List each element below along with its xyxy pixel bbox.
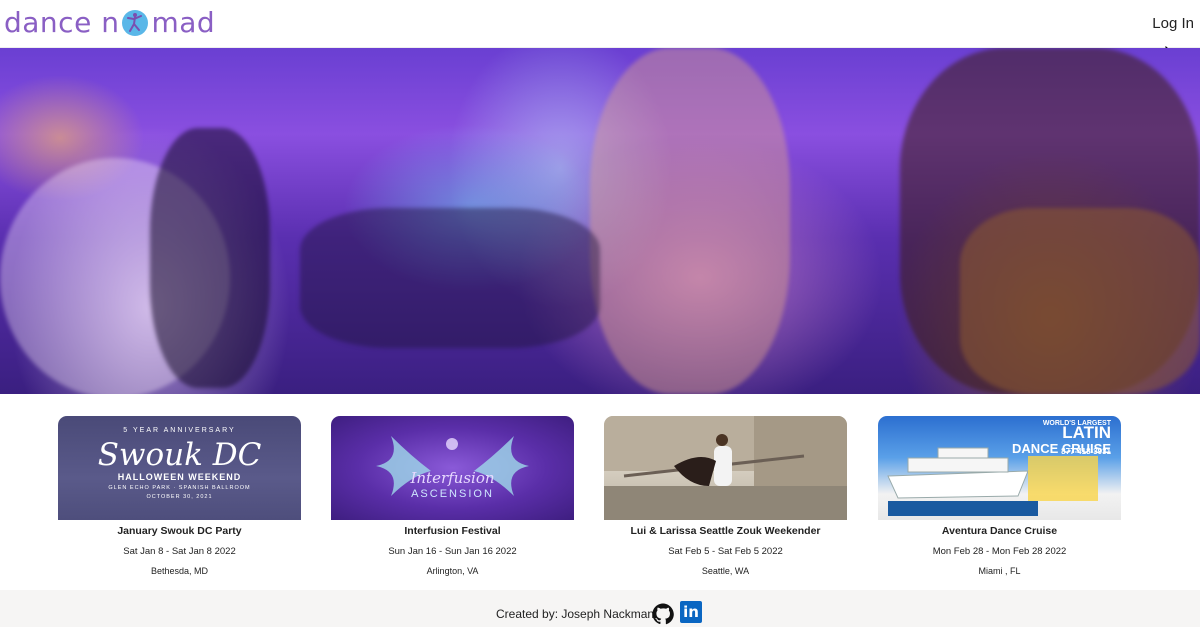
navbar: dance n mad Log In bbox=[0, 0, 1200, 48]
event-date: Mon Feb 28 - Mon Feb 28 2022 bbox=[932, 546, 1067, 557]
event-date: Sat Jan 8 - Sat Jan 8 2022 bbox=[123, 546, 236, 557]
event-card[interactable]: 5 YEAR ANNIVERSARY Swouk DC HALLOWEEN WE… bbox=[58, 416, 301, 576]
event-location: Arlington, VA bbox=[426, 566, 479, 576]
events-section: 5 YEAR ANNIVERSARY Swouk DC HALLOWEEN WE… bbox=[0, 394, 1200, 590]
event-card[interactable]: Interfusion ASCENSION Interfusion Festiv… bbox=[331, 416, 574, 576]
event-title[interactable]: Interfusion Festival bbox=[331, 525, 574, 537]
event-location: Bethesda, MD bbox=[150, 566, 209, 576]
image-text: Swouk DC bbox=[97, 437, 262, 473]
event-image[interactable] bbox=[604, 416, 847, 520]
image-text: Interfusion bbox=[410, 469, 495, 487]
logo-text-part2: mad bbox=[151, 5, 216, 39]
logo-text-part1: dance n bbox=[4, 5, 120, 39]
event-location: Seattle, WA bbox=[701, 566, 750, 576]
image-text: 5 YEAR ANNIVERSARY bbox=[123, 427, 236, 434]
event-card[interactable]: WORLD'S LARGEST LATIN DANCE CRUISE 877-4… bbox=[878, 416, 1121, 576]
image-text: LATIN bbox=[1062, 423, 1111, 442]
event-image[interactable]: 5 YEAR ANNIVERSARY Swouk DC HALLOWEEN WE… bbox=[58, 416, 301, 520]
event-title[interactable]: January Swouk DC Party bbox=[58, 525, 301, 537]
event-title[interactable]: Lui & Larissa Seattle Zouk Weekender bbox=[604, 525, 847, 537]
event-image[interactable]: Interfusion ASCENSION bbox=[331, 416, 574, 520]
dancer-globe-icon bbox=[122, 10, 149, 36]
event-date: Sat Feb 5 - Sat Feb 5 2022 bbox=[668, 546, 783, 557]
event-image[interactable]: WORLD'S LARGEST LATIN DANCE CRUISE 877-4… bbox=[878, 416, 1121, 520]
logo-link[interactable]: dance n mad bbox=[4, 2, 215, 42]
image-text: ASCENSION bbox=[411, 488, 494, 500]
login-link[interactable]: Log In bbox=[1152, 15, 1194, 32]
hero-photo bbox=[0, 48, 1200, 394]
dancing-couple-photo bbox=[604, 416, 847, 520]
github-icon[interactable] bbox=[652, 603, 674, 625]
linkedin-icon[interactable]: in bbox=[680, 601, 702, 623]
event-date: Sun Jan 16 - Sun Jan 16 2022 bbox=[388, 546, 517, 557]
image-text: OCTOBER 30, 2021 bbox=[146, 494, 213, 500]
image-text: GLEN ECHO PARK · SPANISH BALLROOM bbox=[108, 485, 251, 491]
winged-dancer-icon bbox=[376, 436, 529, 496]
event-title[interactable]: Aventura Dance Cruise bbox=[878, 525, 1121, 537]
event-location: Miami , FL bbox=[978, 566, 1021, 576]
footer-credit: Created by: Joseph Nackman bbox=[496, 607, 655, 621]
image-text: HALLOWEEN WEEKEND bbox=[117, 472, 242, 482]
event-card[interactable]: Lui & Larissa Seattle Zouk Weekender Sat… bbox=[604, 416, 847, 576]
footer: Created by: Joseph Nackman bbox=[0, 590, 1200, 627]
image-text: 877-418-3931 bbox=[1061, 447, 1111, 456]
